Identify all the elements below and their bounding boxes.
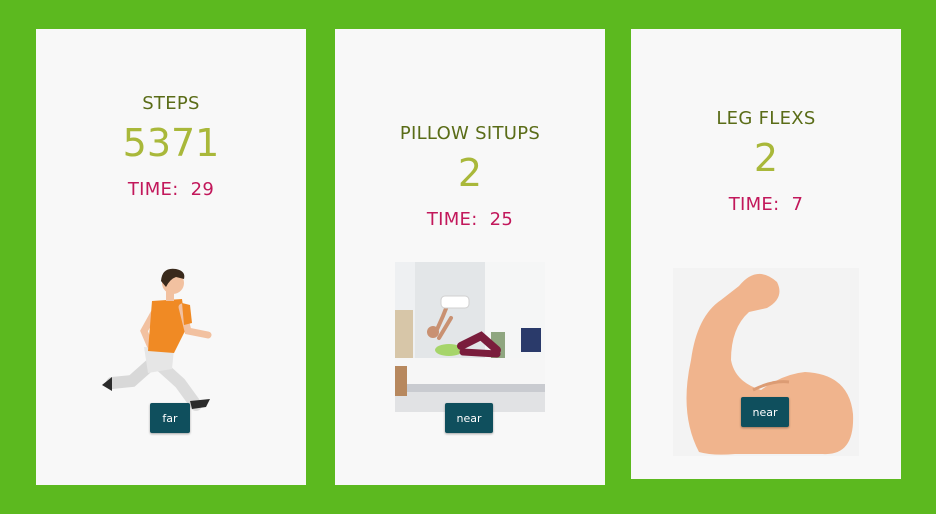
time-value: 25 xyxy=(489,209,514,230)
exercise-count: 2 xyxy=(753,136,779,180)
time-label: TIME: xyxy=(127,179,179,200)
time-row: TIME: 25 xyxy=(335,209,605,230)
proximity-button[interactable]: near xyxy=(445,403,493,433)
exercise-title: LEG FLEXS xyxy=(716,108,816,129)
time-row: TIME: 7 xyxy=(631,194,901,215)
running-man-icon xyxy=(102,268,212,411)
exercise-title: PILLOW SITUPS xyxy=(399,123,541,144)
exercise-card-pillow-situps: PILLOW SITUPS 2 TIME: 25 near xyxy=(335,29,605,485)
exercise-card-steps: STEPS 5371 TIME: 29 far xyxy=(36,29,306,485)
exercise-title: STEPS xyxy=(142,93,200,114)
time-value: 7 xyxy=(791,194,804,215)
pillow-situps-photo xyxy=(395,262,545,412)
time-label: TIME: xyxy=(728,194,780,215)
proximity-button[interactable]: near xyxy=(741,397,789,427)
time-value: 29 xyxy=(190,179,215,200)
proximity-button[interactable]: far xyxy=(150,403,190,433)
exercise-count: 2 xyxy=(457,151,483,195)
time-label: TIME: xyxy=(426,209,478,230)
time-row: TIME: 29 xyxy=(36,179,306,200)
exercise-count: 5371 xyxy=(122,121,220,165)
flexed-arm-icon xyxy=(673,268,859,456)
exercise-card-leg-flexs: LEG FLEXS 2 TIME: 7 near xyxy=(631,29,901,479)
